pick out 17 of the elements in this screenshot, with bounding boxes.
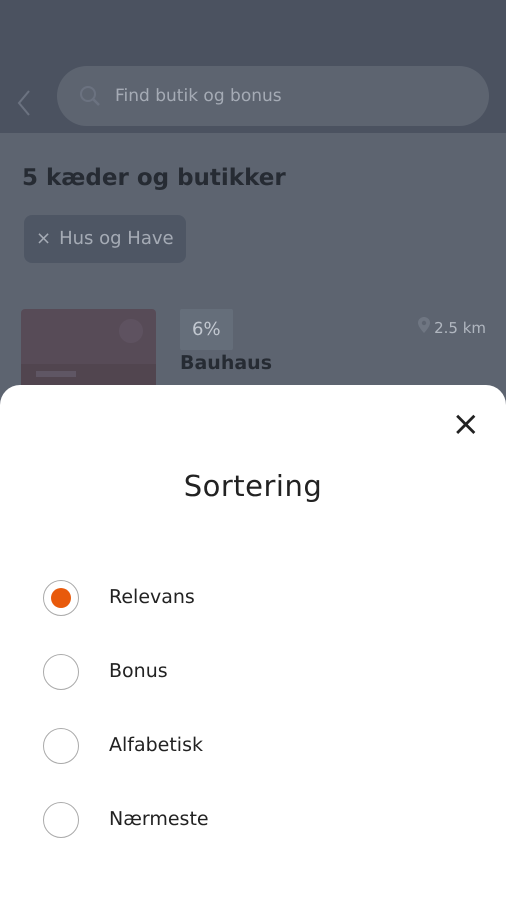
back-icon[interactable]: [17, 89, 31, 117]
search-field[interactable]: Find butik og bonus: [57, 66, 489, 126]
distance-label: 2.5 km: [434, 318, 486, 338]
bonus-badge: 6%: [180, 308, 233, 350]
option-label[interactable]: Nærmeste: [109, 805, 209, 834]
sheet-title: Sortering: [182, 468, 324, 505]
radio-button[interactable]: [43, 802, 79, 838]
result-heading: 5 kæder og butikker: [22, 164, 287, 193]
option-label[interactable]: Bonus: [109, 657, 168, 686]
store-name: Bauhaus: [180, 352, 274, 374]
radio-button[interactable]: [43, 654, 79, 690]
radio-button[interactable]: [43, 728, 79, 764]
option-label[interactable]: Alfabetisk: [109, 731, 203, 760]
close-button[interactable]: ×: [448, 409, 484, 439]
remove-icon: ×: [36, 225, 52, 252]
radio-button[interactable]: [43, 580, 79, 616]
option-label[interactable]: Relevans: [109, 583, 195, 612]
